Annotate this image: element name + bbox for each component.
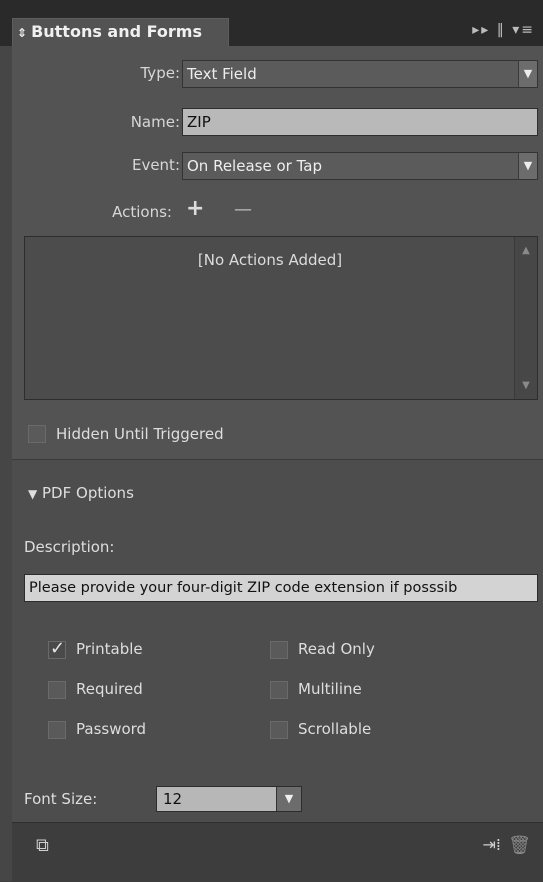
panel-tab[interactable]: ⇕ Buttons and Forms [12, 18, 229, 46]
pdf-options-toggle[interactable]: ▼ PDF Options [28, 484, 134, 502]
multiline-checkbox[interactable] [270, 681, 288, 699]
dropdown-arrow-icon[interactable]: ▼ [518, 61, 537, 87]
password-checkbox[interactable] [48, 721, 66, 739]
scroll-up-icon[interactable]: ▲ [515, 245, 537, 256]
hidden-until-triggered-label: Hidden Until Triggered [56, 425, 224, 443]
check-icon: ✓ [50, 638, 66, 659]
scroll-down-icon[interactable]: ▼ [515, 380, 537, 391]
event-label: Event: [131, 156, 180, 174]
required-label: Required [76, 680, 143, 698]
read-only-label: Read Only [298, 640, 375, 658]
panel-header: ⇕ Buttons and Forms ▸▸ ‖ ▾≡ [0, 0, 543, 46]
printable-label: Printable [76, 640, 143, 658]
header-icons: ▸▸ ‖ ▾≡ [472, 22, 535, 38]
password-label: Password [76, 720, 147, 738]
triangle-down-icon: ▼ [28, 487, 38, 501]
dropdown-arrow-icon[interactable]: ▼ [518, 153, 537, 179]
scrollable-label: Scrollable [298, 720, 372, 738]
preview-icon[interactable]: ⧉ [36, 835, 49, 856]
panel-title: ⇕ Buttons and Forms [17, 22, 202, 41]
add-action-icon[interactable]: + [186, 196, 204, 221]
multiline-label: Multiline [298, 680, 362, 698]
description-field[interactable]: Please provide your four-digit ZIP code … [24, 574, 538, 602]
event-value: On Release or Tap [187, 157, 322, 175]
scrollable-checkbox[interactable] [270, 721, 288, 739]
type-label: Type: [140, 64, 180, 82]
actions-scrollbar[interactable]: ▲ ▼ [514, 237, 537, 399]
printable-checkbox[interactable]: ✓ [48, 638, 66, 659]
event-dropdown[interactable]: On Release or Tap ▼ [182, 152, 538, 180]
type-dropdown[interactable]: Text Field ▼ [182, 60, 538, 88]
remove-action-icon[interactable]: — [234, 199, 252, 220]
name-label: Name: [130, 113, 180, 131]
font-size-dropdown[interactable]: 12 ▼ [156, 786, 302, 812]
convert-to-object-icon[interactable]: ⇥⁞ [483, 835, 502, 854]
actions-label: Actions: [112, 203, 172, 221]
trash-icon[interactable]: 🗑 [508, 835, 531, 856]
actions-list[interactable]: [No Actions Added] ▲ ▼ [24, 236, 538, 400]
pdf-options-title: PDF Options [42, 484, 134, 502]
type-value: Text Field [187, 65, 257, 83]
double-arrow-icon[interactable]: ⇕ [17, 26, 27, 40]
required-checkbox[interactable] [48, 681, 66, 699]
font-size-value: 12 [163, 790, 183, 808]
panel-menu-icon[interactable]: ▾≡ [512, 22, 535, 38]
buttons-and-forms-panel: ⇕ Buttons and Forms ▸▸ ‖ ▾≡ Type: Text Fi… [0, 0, 543, 882]
name-field[interactable]: ZIP [182, 108, 538, 136]
separator-icon: ‖ [496, 22, 506, 38]
hidden-until-triggered-checkbox[interactable] [28, 425, 46, 443]
font-size-label: Font Size: [24, 790, 98, 808]
description-label: Description: [24, 538, 115, 556]
read-only-checkbox[interactable] [270, 641, 288, 659]
panel-footer: ⧉ ⇥⁞ 🗑 [12, 822, 543, 882]
no-actions-text: [No Actions Added] [197, 251, 343, 269]
forward-icon[interactable]: ▸▸ [472, 22, 490, 38]
dropdown-arrow-icon[interactable]: ▼ [276, 787, 301, 811]
